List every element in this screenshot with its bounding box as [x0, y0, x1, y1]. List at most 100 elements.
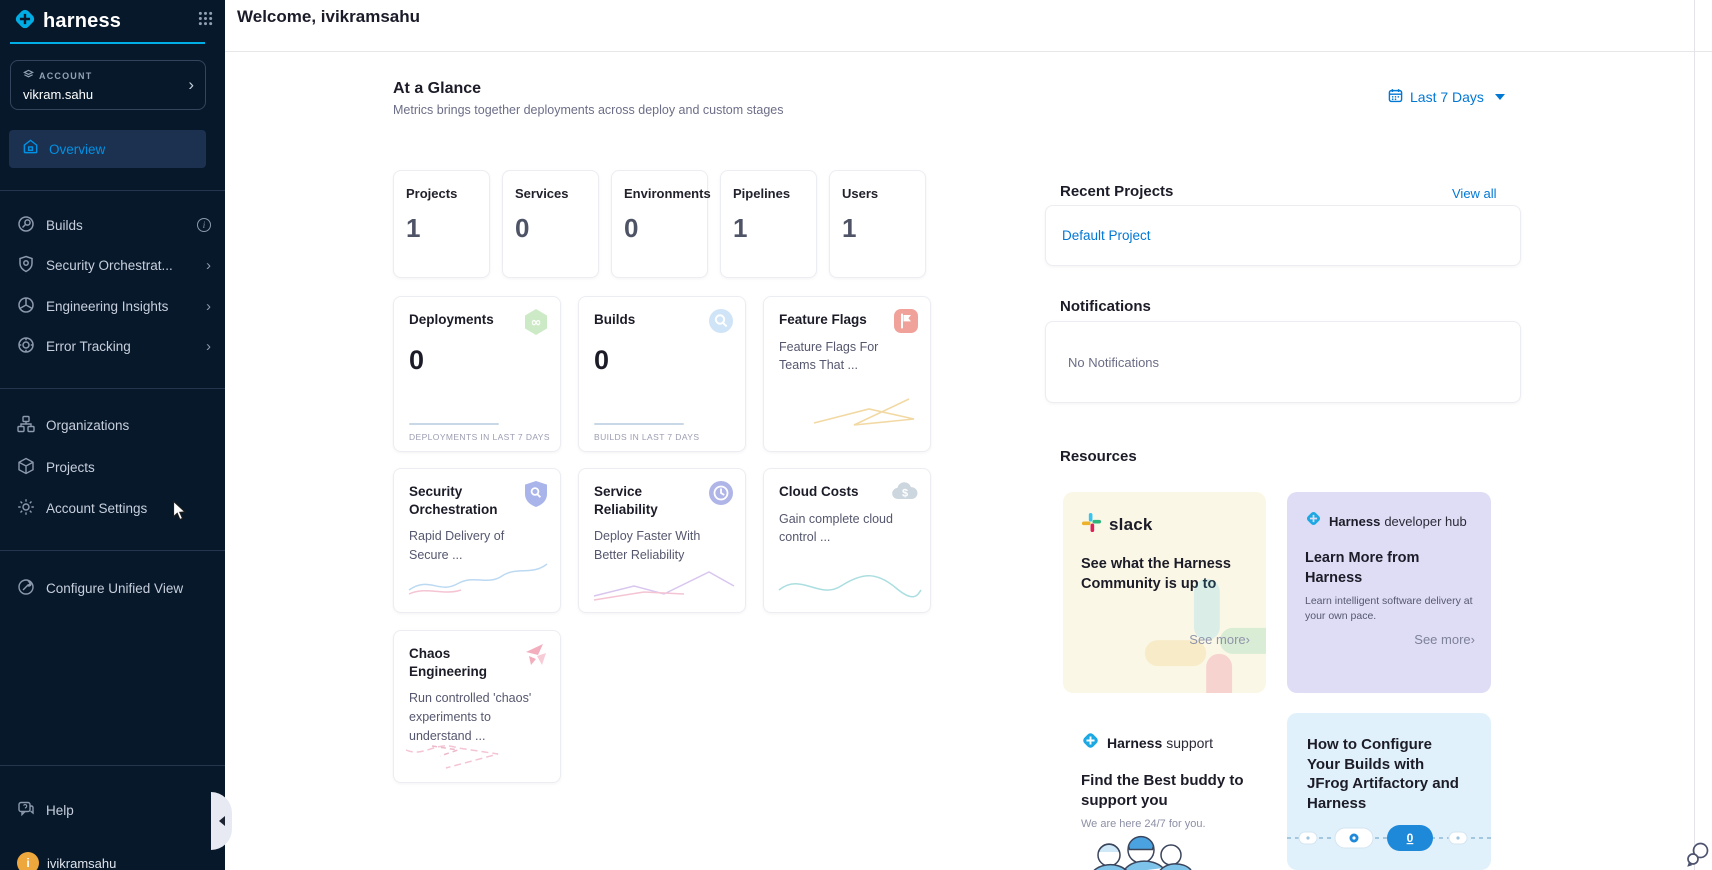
- decorative-lines: [804, 385, 924, 433]
- ci-module-icon: [708, 308, 734, 339]
- avatar: i: [17, 852, 39, 870]
- stat-value: 1: [842, 213, 913, 244]
- sparkline: [409, 423, 499, 425]
- date-range-value: Last 7 Days: [1410, 89, 1484, 105]
- info-icon[interactable]: i: [197, 218, 211, 232]
- stat-label: Pipelines: [733, 186, 804, 201]
- sidebar-item-label: Projects: [46, 460, 95, 475]
- module-card-deployments[interactable]: Deployments ∞ 0 DEPLOYMENTS IN LAST 7 DA…: [393, 296, 561, 452]
- svg-text:$: $: [902, 488, 908, 500]
- help-chat-icon: [17, 800, 35, 821]
- feature-flags-module-icon: [893, 308, 919, 339]
- caret-down-icon: [1495, 94, 1505, 100]
- sidebar-item-builds[interactable]: Builds i: [0, 205, 225, 245]
- date-range-dropdown[interactable]: Last 7 Days: [1388, 88, 1505, 106]
- stat-label: Users: [842, 186, 913, 201]
- notifications-card: No Notifications: [1045, 321, 1521, 403]
- sidebar-item-projects[interactable]: Projects: [0, 447, 225, 487]
- decorative-lines: [589, 564, 739, 604]
- module-card-security-orchestration[interactable]: Security Orchestration Rapid Delivery of…: [393, 468, 561, 613]
- cube-icon: [17, 457, 35, 478]
- account-selector[interactable]: ACCOUNT vikram.sahu ›: [10, 60, 206, 110]
- harness-logo-icon: [1081, 731, 1100, 755]
- brand-suffix: developer hub: [1384, 514, 1466, 529]
- slack-logo-icon: [1081, 512, 1102, 538]
- sparkline: [594, 423, 684, 425]
- brand-name: Harness: [1107, 735, 1162, 751]
- chaos-module-icon: [523, 642, 549, 673]
- see-more-link[interactable]: See more›: [1414, 632, 1475, 647]
- see-more-link[interactable]: See more›: [1189, 632, 1250, 647]
- account-icon: [23, 69, 34, 82]
- divider: [0, 550, 225, 551]
- cd-module-icon: ∞: [523, 308, 549, 341]
- module-card-cloud-costs[interactable]: Cloud Costs $ Gain complete cloud contro…: [763, 468, 931, 613]
- chevron-right-icon: ›: [1471, 632, 1475, 647]
- sidebar-item-engineering-insights[interactable]: Engineering Insights ›: [0, 286, 225, 326]
- module-card-service-reliability[interactable]: Service Reliability Deploy Faster With B…: [578, 468, 746, 613]
- project-link-default-project[interactable]: Default Project: [1062, 228, 1151, 243]
- page-title: Welcome, ivikramsahu: [237, 7, 420, 27]
- chat-support-icon[interactable]: [1684, 840, 1712, 870]
- decorative-lines: [774, 560, 924, 604]
- divider: [0, 190, 225, 191]
- stat-card-environments: Environments 0: [611, 170, 708, 278]
- sto-module-icon: [523, 480, 549, 513]
- harness-logo-icon: [13, 7, 37, 36]
- harness-logo-icon: [1305, 510, 1322, 532]
- stat-value: 0: [624, 213, 695, 244]
- module-footnote: BUILDS IN LAST 7 DAYS: [594, 432, 699, 442]
- resource-heading: Find the Best buddy to support you: [1063, 755, 1266, 812]
- recent-projects-card: Default Project: [1045, 205, 1521, 266]
- view-all-link[interactable]: View all: [1452, 186, 1497, 201]
- sidebar-item-label: Builds: [46, 218, 83, 233]
- sidebar: harness ACCOUNT vikram.sahu › Overview: [0, 0, 225, 870]
- module-card-feature-flags[interactable]: Feature Flags Feature Flags For Teams Th…: [763, 296, 931, 452]
- resource-heading: How to Configure Your Builds with JFrog …: [1287, 713, 1491, 813]
- stat-card-pipelines: Pipelines 1: [720, 170, 817, 278]
- calendar-icon: [1388, 88, 1403, 106]
- wrench-icon: [17, 578, 35, 599]
- notifications-title: Notifications: [1060, 298, 1151, 315]
- sidebar-item-error-tracking[interactable]: Error Tracking ›: [0, 326, 225, 366]
- resource-card-jfrog[interactable]: How to Configure Your Builds with JFrog …: [1287, 713, 1491, 870]
- sidebar-item-overview[interactable]: Overview: [9, 130, 206, 168]
- pipeline-badge: 0: [1407, 831, 1414, 845]
- sidebar-item-configure-unified-view[interactable]: Configure Unified View: [0, 568, 225, 608]
- svg-text:∞: ∞: [531, 316, 542, 331]
- at-a-glance-title: At a Glance: [393, 80, 481, 98]
- account-name: vikram.sahu: [23, 87, 193, 102]
- module-card-chaos-engineering[interactable]: Chaos Engineering Run controlled 'chaos'…: [393, 630, 561, 783]
- notifications-empty-text: No Notifications: [1068, 355, 1159, 370]
- sidebar-item-label: Engineering Insights: [46, 299, 168, 314]
- chevron-right-icon: ›: [206, 298, 211, 315]
- sidebar-item-organizations[interactable]: Organizations: [0, 405, 225, 445]
- sidebar-collapse-handle[interactable]: [211, 792, 232, 850]
- sidebar-item-account-settings[interactable]: Account Settings: [0, 488, 225, 528]
- stat-value: 1: [406, 213, 477, 244]
- sidebar-item-label: Error Tracking: [46, 339, 131, 354]
- module-card-builds[interactable]: Builds 0 BUILDS IN LAST 7 DAYS: [578, 296, 746, 452]
- brand-name: Harness: [1329, 514, 1380, 529]
- user-name: ivikramsahu: [47, 856, 116, 870]
- module-description: Rapid Delivery of Secure ...: [394, 518, 560, 565]
- logo-text: harness: [43, 10, 121, 33]
- home-icon: [22, 138, 39, 160]
- module-description: Run controlled 'chaos' experiments to un…: [394, 680, 560, 745]
- sidebar-item-help[interactable]: Help: [0, 790, 225, 830]
- resource-card-support[interactable]: Harness support Find the Best buddy to s…: [1063, 713, 1266, 870]
- stat-card-users: Users 1: [829, 170, 926, 278]
- app-grid-icon[interactable]: [198, 11, 213, 31]
- sidebar-item-security-orchestration[interactable]: Security Orchestrat... ›: [0, 245, 225, 285]
- resource-body: Learn intelligent software delivery at y…: [1287, 588, 1491, 623]
- slack-brand-text: slack: [1109, 515, 1153, 535]
- accent-underline: [10, 42, 205, 44]
- ccm-module-icon: $: [891, 480, 919, 509]
- resource-card-slack[interactable]: slack See what the Harness Community is …: [1063, 492, 1266, 693]
- user-profile[interactable]: i ivikramsahu: [0, 843, 225, 870]
- sidebar-item-label: Configure Unified View: [46, 581, 183, 596]
- resource-card-developer-hub[interactable]: Harness developer hub Learn More from Ha…: [1287, 492, 1491, 693]
- sidebar-item-label: Help: [46, 803, 74, 818]
- scrollbar-track[interactable]: [1694, 0, 1695, 870]
- stat-value: 0: [515, 213, 586, 244]
